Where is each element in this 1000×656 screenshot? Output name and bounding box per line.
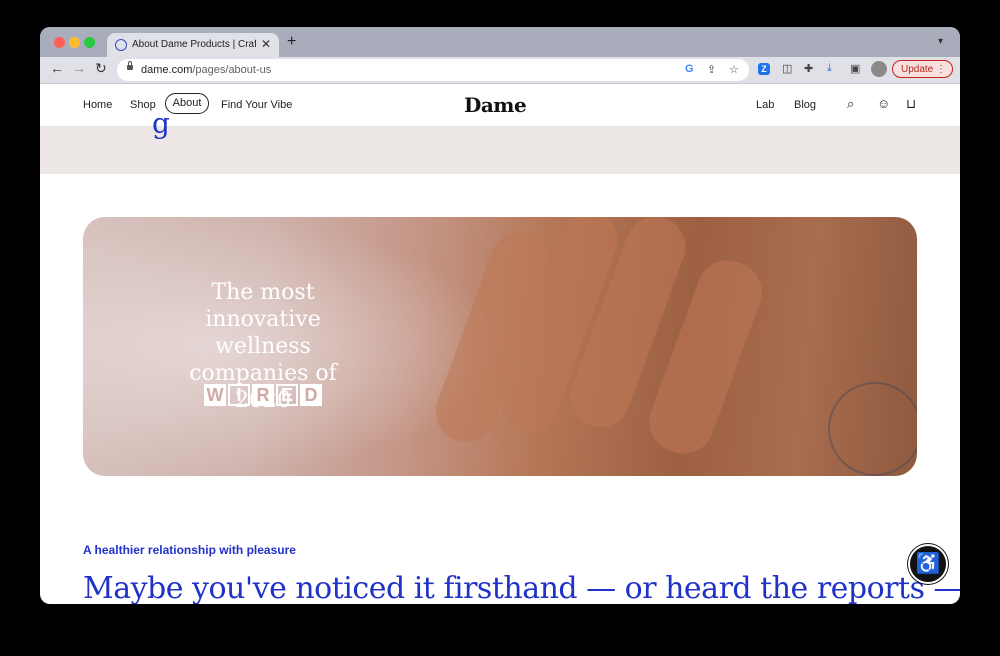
beige-section: g (40, 107, 960, 174)
dame-logo[interactable]: Dame (464, 93, 527, 117)
nav-blog[interactable]: Blog (794, 99, 816, 111)
google-lens-icon[interactable]: G (685, 63, 694, 75)
section-eyebrow: A healthier relationship with pleasure (83, 543, 296, 557)
new-tab-button[interactable]: + (287, 33, 296, 51)
share-icon[interactable]: ⇪ (707, 63, 716, 76)
profile-avatar[interactable] (871, 61, 887, 77)
wired-letter: I (228, 384, 250, 406)
forward-icon[interactable]: → (72, 60, 86, 76)
active-tab[interactable]: About Dame Products | Craftin ✕ (107, 33, 279, 59)
tattoo-detail (828, 382, 917, 476)
wired-logo: W I R E D (204, 384, 322, 408)
hero-banner: The most innovative wellness companies o… (83, 217, 917, 476)
camera-icon[interactable]: ◫ (782, 62, 792, 75)
url-path: /pages/about-us (192, 64, 272, 76)
wired-letter: R (252, 384, 274, 406)
accessibility-icon[interactable]: ♿ (908, 544, 948, 584)
nav-about[interactable]: About (165, 93, 209, 114)
dame-favicon-icon (115, 39, 127, 51)
bag-icon[interactable]: ⊔ (906, 96, 916, 112)
cut-off-heading: g (152, 107, 170, 140)
tab-title: About Dame Products | Craftin (132, 39, 256, 50)
reload-icon[interactable]: ↻ (95, 60, 107, 77)
wired-letter: E (276, 384, 298, 406)
account-icon[interactable]: ☺ (877, 96, 890, 111)
maximize-window-button[interactable] (84, 37, 95, 48)
menu-kebab-icon: ⋮ (936, 64, 946, 75)
back-icon[interactable]: ← (50, 60, 64, 76)
extensions-puzzle-icon[interactable]: ✚ (804, 62, 813, 75)
minimize-window-button[interactable] (69, 37, 80, 48)
update-label: Update (901, 64, 934, 75)
nav-home[interactable]: Home (83, 99, 112, 111)
wired-letter: D (300, 384, 322, 406)
url-domain: dame.com (141, 64, 193, 76)
search-icon[interactable]: ⌕ (847, 96, 854, 112)
wired-letter: W (204, 384, 226, 406)
update-button[interactable]: Update ⋮ (892, 60, 953, 78)
extension-z-icon[interactable]: Z (758, 63, 770, 75)
side-panel-icon[interactable]: ▣ (850, 62, 860, 75)
address-bar[interactable]: dame.com/pages/about-us G ⇪ ☆ (117, 59, 749, 81)
nav-lab[interactable]: Lab (756, 99, 774, 111)
bookmark-star-icon[interactable]: ☆ (729, 63, 739, 76)
section-headline: Maybe you've noticed it firsthand — or h… (83, 571, 960, 604)
lock-icon (127, 61, 133, 70)
close-window-button[interactable] (54, 37, 65, 48)
nav-find-your-vibe[interactable]: Find Your Vibe (221, 99, 292, 111)
url-text[interactable]: dame.com/pages/about-us (141, 64, 271, 76)
site-header: Home Shop About Find Your Vibe Dame Lab … (40, 84, 960, 127)
tab-search-chevron-icon[interactable]: ▾ (938, 36, 943, 47)
close-tab-icon[interactable]: ✕ (261, 37, 271, 51)
tab-strip: About Dame Products | Craftin ✕ + ▾ (40, 27, 960, 59)
browser-window: About Dame Products | Craftin ✕ + ▾ ← → … (40, 27, 960, 604)
browser-toolbar: ← → ↻ dame.com/pages/about-us G ⇪ ☆ Z ◫ … (40, 57, 960, 84)
download-icon[interactable]: ⤓ (827, 62, 832, 75)
